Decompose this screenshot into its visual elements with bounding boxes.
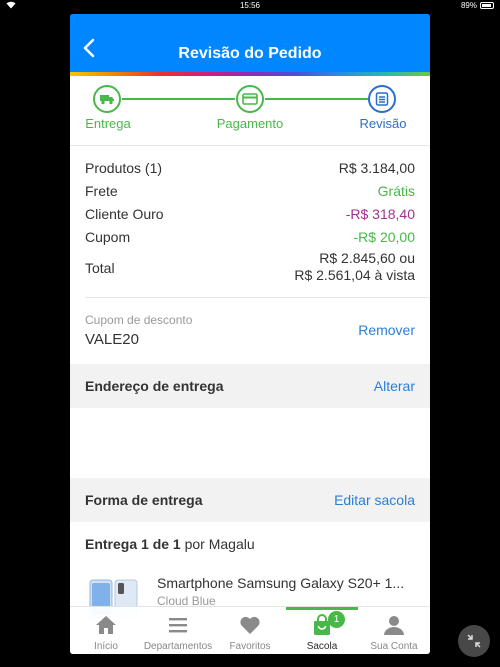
coupon-discount-value: -R$ 20,00 <box>353 228 415 245</box>
collapse-arrows-icon <box>467 634 481 648</box>
step-connector <box>265 98 378 100</box>
step-label-review: Revisão <box>359 116 407 131</box>
total-value-cash: R$ 2.561,04 à vista <box>294 267 415 283</box>
total-value-installments: R$ 2.845,60 ou <box>319 250 415 266</box>
tab-bag-label: Sacola <box>306 641 338 652</box>
summary-row-products: Produtos (1) R$ 3.184,00 <box>85 156 415 179</box>
delivery-section-title: Forma de entrega <box>85 492 203 508</box>
step-label-payment: Pagamento <box>216 116 284 131</box>
status-bar: 15:56 89% <box>0 0 500 12</box>
tab-home-label: Início <box>94 641 118 652</box>
summary-row-total: Total R$ 2.845,60 ou R$ 2.561,04 à vista <box>85 250 415 284</box>
edit-bag-link[interactable]: Editar sacola <box>334 492 415 508</box>
step-delivery[interactable] <box>93 85 121 113</box>
menu-list-icon <box>169 618 187 633</box>
divider <box>70 145 430 146</box>
delivery-section-header: Forma de entrega Editar sacola <box>70 478 430 522</box>
tab-bag[interactable]: 1 Sacola <box>286 607 358 654</box>
product-name: Smartphone Samsung Galaxy S20+ 1... <box>157 575 405 591</box>
step-review[interactable] <box>368 85 396 113</box>
gold-customer-value: -R$ 318,40 <box>345 205 415 222</box>
battery-indicator: 89% <box>461 1 494 10</box>
change-address-link[interactable]: Alterar <box>374 378 415 394</box>
checkout-stepper: Entrega Pagamento Revisão <box>70 76 430 146</box>
shipment-count: Entrega 1 de 1 <box>85 536 181 552</box>
truck-icon <box>100 95 114 105</box>
status-time: 15:56 <box>239 1 261 10</box>
coupon-section: Cupom de desconto VALE20 Remover <box>70 298 430 364</box>
tab-departments-label: Departamentos <box>143 641 213 652</box>
battery-icon <box>480 2 494 9</box>
step-payment[interactable] <box>236 85 264 113</box>
header-bar: Revisão do Pedido <box>70 14 430 73</box>
home-icon <box>96 616 116 634</box>
shipping-value: Grátis <box>377 182 415 199</box>
summary-row-shipping: Frete Grátis <box>85 179 415 202</box>
app-window: Revisão do Pedido Entrega Pagamento Revi… <box>70 14 430 654</box>
total-label: Total <box>85 260 115 276</box>
products-value: R$ 3.184,00 <box>338 159 415 176</box>
tab-favorites-label: Favoritos <box>229 641 271 652</box>
tab-account-label: Sua Conta <box>370 641 418 652</box>
shipping-label: Frete <box>85 182 118 199</box>
user-icon <box>384 616 404 635</box>
total-value: R$ 2.845,60 ou R$ 2.561,04 à vista <box>294 250 415 284</box>
bag-count-badge: 1 <box>328 611 345 628</box>
gold-customer-label: Cliente Ouro <box>85 205 164 222</box>
heart-icon <box>240 616 260 634</box>
collapse-floating-button[interactable] <box>458 625 490 657</box>
credit-card-icon <box>242 93 258 105</box>
step-label-delivery: Entrega <box>85 116 131 131</box>
address-section-header: Endereço de entrega Alterar <box>70 364 430 408</box>
order-summary: Produtos (1) R$ 3.184,00 Frete Grátis Cl… <box>85 156 415 284</box>
coupon-code: VALE20 <box>85 331 139 348</box>
remove-coupon-link[interactable]: Remover <box>358 322 415 338</box>
address-content <box>70 408 430 478</box>
products-label: Produtos (1) <box>85 159 163 176</box>
list-document-icon <box>375 92 389 106</box>
tab-favorites[interactable]: Favoritos <box>214 607 286 654</box>
shipment-seller: por Magalu <box>184 536 255 552</box>
battery-percent: 89% <box>460 1 477 10</box>
address-section-title: Endereço de entrega <box>85 378 224 394</box>
page-title: Revisão do Pedido <box>178 45 322 62</box>
coupon-discount-label: Cupom <box>85 228 131 245</box>
tab-home[interactable]: Início <box>70 607 142 654</box>
tab-account[interactable]: Sua Conta <box>358 607 430 654</box>
summary-row-coupon: Cupom -R$ 20,00 <box>85 225 415 248</box>
summary-row-gold-customer: Cliente Ouro -R$ 318,40 <box>85 202 415 225</box>
step-connector <box>122 98 235 100</box>
coupon-field-label: Cupom de desconto <box>85 313 193 327</box>
active-tab-indicator <box>286 607 358 610</box>
bottom-tab-bar: Início Departamentos Favoritos 1 Sacola … <box>70 606 430 654</box>
shipment-info: Entrega 1 de 1 por Magalu <box>85 536 255 552</box>
tab-departments[interactable]: Departamentos <box>142 607 214 654</box>
